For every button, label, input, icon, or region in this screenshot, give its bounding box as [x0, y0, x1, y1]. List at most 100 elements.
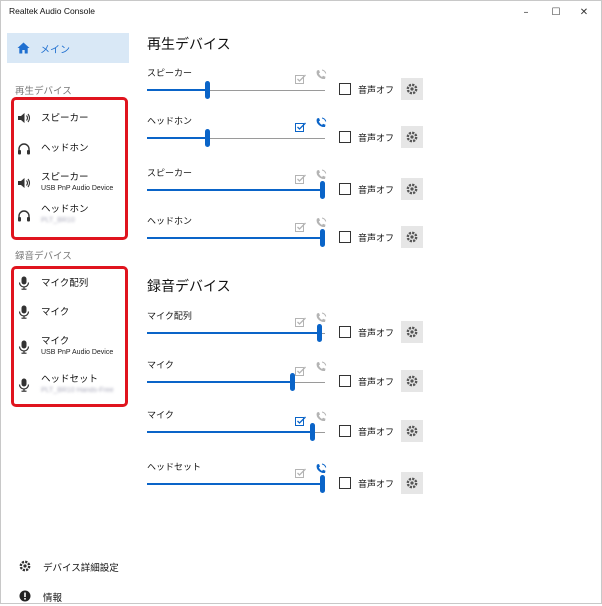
title-bar: Realtek Audio Console – ☐ ✕ [1, 1, 601, 25]
mute-checkbox[interactable] [339, 183, 351, 195]
device-settings-button[interactable] [401, 78, 423, 100]
sidebar-item-main[interactable]: メイン [7, 33, 129, 63]
device-name: ヘッドホン [147, 217, 193, 227]
gear-icon [406, 375, 418, 387]
volume-slider-fill [147, 137, 208, 139]
communication-device-icon[interactable] [315, 309, 327, 323]
communication-device-icon[interactable] [315, 408, 327, 422]
recording-heading: 録音デバイス [147, 279, 231, 295]
device-settings-button[interactable] [401, 420, 423, 442]
mute-label[interactable]: 音声オフ [358, 183, 394, 196]
volume-slider-fill [147, 431, 313, 433]
gear-icon [406, 231, 418, 243]
sidebar-item-label: 情報 [43, 592, 63, 604]
minimize-button[interactable]: – [511, 1, 541, 23]
gear-icon [19, 557, 31, 576]
default-device-icon[interactable] [295, 117, 307, 132]
device-settings-button[interactable] [401, 321, 423, 343]
highlight-box-playback [11, 97, 128, 240]
default-device-icon[interactable] [295, 217, 307, 232]
main-panel: 再生デバイス スピーカー 音声オフ ヘッドホン 音声オフ スピーカー 音声オフ ヘッドホン音… [131, 25, 601, 603]
app-title: Realtek Audio Console [9, 6, 96, 16]
device-row: ヘッドセット音声オフ [147, 460, 437, 510]
device-name: スピーカー [147, 169, 193, 179]
mute-label[interactable]: 音声オフ [358, 375, 394, 388]
volume-slider-fill [147, 381, 293, 383]
volume-slider-thumb[interactable] [205, 81, 210, 99]
device-row: マイク配列音声オフ [147, 309, 437, 359]
volume-slider-thumb[interactable] [290, 373, 295, 391]
default-device-icon[interactable] [295, 169, 307, 184]
volume-slider-thumb[interactable] [320, 229, 325, 247]
gear-icon [406, 183, 418, 195]
gear-icon [406, 425, 418, 437]
volume-slider-fill [147, 237, 325, 239]
default-device-icon[interactable] [295, 411, 307, 426]
sidebar-item-label: メイン [40, 44, 70, 56]
communication-device-icon[interactable] [315, 358, 327, 372]
volume-slider-thumb[interactable] [320, 475, 325, 493]
mute-label[interactable]: 音声オフ [358, 326, 394, 339]
recording-section-label: 録音デバイス [15, 251, 72, 262]
mute-checkbox[interactable] [339, 425, 351, 437]
highlight-box-recording [11, 266, 128, 407]
default-device-icon[interactable] [295, 361, 307, 376]
device-row: スピーカー音声オフ [147, 166, 437, 216]
communication-device-icon[interactable] [315, 66, 327, 80]
device-settings-button[interactable] [401, 126, 423, 148]
device-row: ヘッドホン音声オフ [147, 214, 437, 264]
volume-slider-fill [147, 189, 325, 191]
volume-slider-thumb[interactable] [317, 324, 322, 342]
mute-label[interactable]: 音声オフ [358, 477, 394, 490]
mute-checkbox[interactable] [339, 375, 351, 387]
communication-device-icon[interactable] [315, 166, 327, 180]
sidebar-item-label: デバイス詳細設定 [43, 562, 119, 574]
volume-slider-fill [147, 332, 320, 334]
device-name: マイク [147, 411, 174, 421]
device-settings-button[interactable] [401, 178, 423, 200]
mute-checkbox[interactable] [339, 231, 351, 243]
volume-slider-fill [147, 483, 325, 485]
mute-label[interactable]: 音声オフ [358, 425, 394, 438]
device-name: マイク [147, 361, 174, 371]
mute-checkbox[interactable] [339, 326, 351, 338]
device-name: ヘッドホン [147, 117, 193, 127]
device-row: マイク音声オフ [147, 408, 437, 458]
mute-checkbox[interactable] [339, 131, 351, 143]
default-device-icon[interactable] [295, 312, 307, 327]
device-settings-button[interactable] [401, 370, 423, 392]
default-device-icon[interactable] [295, 69, 307, 84]
playback-heading: 再生デバイス [147, 37, 231, 53]
communication-device-icon[interactable] [315, 460, 327, 474]
device-name: マイク配列 [147, 312, 192, 322]
device-name: スピーカー [147, 69, 193, 79]
device-row: スピーカー音声オフ [147, 66, 437, 116]
sidebar: メイン 再生デバイス スピーカー ヘッドホン スピーカー USB PnP Audio … [1, 25, 131, 606]
volume-slider-thumb[interactable] [320, 181, 325, 199]
device-settings-button[interactable] [401, 226, 423, 248]
sidebar-item-info[interactable]: 情報 [19, 587, 62, 606]
mute-checkbox[interactable] [339, 477, 351, 489]
gear-icon [406, 477, 418, 489]
device-settings-button[interactable] [401, 472, 423, 494]
sidebar-item-advanced-settings[interactable]: デバイス詳細設定 [19, 557, 119, 576]
mute-checkbox[interactable] [339, 83, 351, 95]
mute-label[interactable]: 音声オフ [358, 231, 394, 244]
device-row: マイク音声オフ [147, 358, 437, 408]
info-icon [19, 587, 31, 606]
communication-device-icon[interactable] [315, 114, 327, 128]
home-icon [17, 39, 30, 58]
volume-slider-fill [147, 89, 208, 91]
default-device-icon[interactable] [295, 463, 307, 478]
close-button[interactable]: ✕ [569, 1, 599, 23]
device-name: ヘッドセット [147, 463, 202, 473]
mute-label[interactable]: 音声オフ [358, 131, 394, 144]
communication-device-icon[interactable] [315, 214, 327, 228]
maximize-button[interactable]: ☐ [541, 1, 571, 23]
volume-slider-thumb[interactable] [205, 129, 210, 147]
mute-label[interactable]: 音声オフ [358, 83, 394, 96]
gear-icon [406, 83, 418, 95]
gear-icon [406, 326, 418, 338]
volume-slider-thumb[interactable] [310, 423, 315, 441]
device-row: ヘッドホン音声オフ [147, 114, 437, 164]
